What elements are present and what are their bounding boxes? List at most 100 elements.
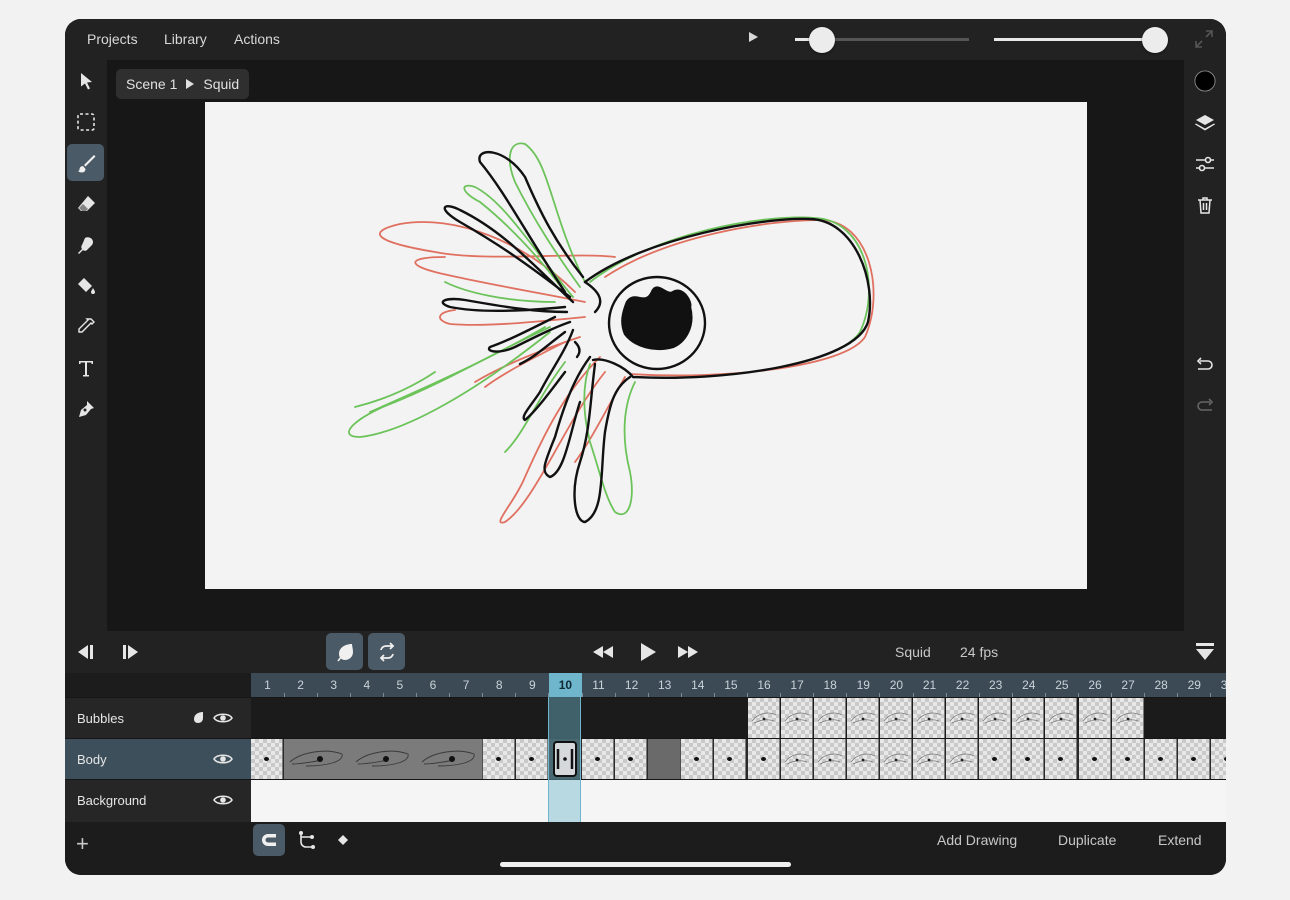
frame-cell[interactable] <box>879 739 912 779</box>
frame-cell[interactable] <box>813 739 846 779</box>
zoom-knob[interactable] <box>1142 27 1168 53</box>
menu-projects[interactable]: Projects <box>87 31 138 47</box>
eraser-tool[interactable] <box>67 185 104 222</box>
ruler-frame-number[interactable]: 17 <box>781 678 814 692</box>
ruler-frame-number[interactable]: 3 <box>317 678 350 692</box>
frame-cell[interactable] <box>1045 739 1078 779</box>
ruler-frame-number[interactable]: 26 <box>1079 678 1112 692</box>
ruler-frame-number[interactable]: 23 <box>979 678 1012 692</box>
ruler-frame-number[interactable]: 28 <box>1145 678 1178 692</box>
frame-cell[interactable] <box>846 739 879 779</box>
onion-skin-toggle[interactable] <box>326 633 363 670</box>
ruler-frame-number[interactable]: 4 <box>350 678 383 692</box>
current-frame-cell[interactable] <box>553 741 577 777</box>
eye-icon[interactable] <box>213 751 233 767</box>
next-frame-button[interactable] <box>117 635 143 669</box>
redo-button[interactable] <box>1188 388 1222 422</box>
ruler-frame-number[interactable]: 12 <box>615 678 648 692</box>
ruler-frame-number[interactable]: 1 <box>251 678 284 692</box>
frame-cell[interactable] <box>780 739 813 779</box>
menu-actions[interactable]: Actions <box>234 31 280 47</box>
frame-cell[interactable] <box>879 698 912 738</box>
eye-icon[interactable] <box>213 792 233 808</box>
duplicate-button[interactable]: Duplicate <box>1058 832 1116 848</box>
frame-ruler[interactable]: 1 2 3 4 5 6 7 8 9 10 11 12 13 14 15 16 17 18 19 20 21 22 23 24 2… <box>251 673 1226 697</box>
ruler-frame-number[interactable]: 29 <box>1178 678 1211 692</box>
ruler-frame-number[interactable]: 9 <box>516 678 549 692</box>
drawing-canvas[interactable] <box>205 102 1087 589</box>
ruler-frame-number[interactable]: 16 <box>748 678 781 692</box>
frame-cell[interactable] <box>946 698 979 738</box>
breadcrumb-scene[interactable]: Scene 1 <box>126 76 177 92</box>
ruler-frame-number[interactable]: 5 <box>383 678 416 692</box>
frame-cell[interactable] <box>813 698 846 738</box>
ruler-frame-number[interactable]: 18 <box>814 678 847 692</box>
frame-cell[interactable] <box>251 739 283 779</box>
expand-icon[interactable] <box>1193 28 1215 50</box>
layers-button[interactable] <box>1188 106 1222 140</box>
frame-cell[interactable] <box>1177 739 1210 779</box>
frame-cell[interactable] <box>913 739 945 779</box>
frame-cell[interactable] <box>1210 739 1226 779</box>
previous-frame-button[interactable] <box>73 635 99 669</box>
frame-cell[interactable] <box>913 698 945 738</box>
ruler-frame-number[interactable]: 13 <box>648 678 681 692</box>
preview-play-icon[interactable] <box>749 32 758 42</box>
frame-cell[interactable] <box>515 739 548 779</box>
ruler-frame-number[interactable]: 19 <box>847 678 880 692</box>
frame-cell[interactable] <box>681 739 714 779</box>
add-drawing-button[interactable]: Add Drawing <box>937 832 1017 848</box>
extend-button[interactable]: Extend <box>1158 832 1202 848</box>
frame-cell[interactable] <box>747 739 780 779</box>
ruler-frame-number[interactable]: 8 <box>483 678 516 692</box>
breadcrumb-object[interactable]: Squid <box>203 76 239 92</box>
playback-speed-knob[interactable] <box>809 27 835 53</box>
frame-cell[interactable] <box>714 739 747 779</box>
frame-cell[interactable] <box>979 698 1012 738</box>
track-bubbles[interactable] <box>251 697 1226 738</box>
frame-cell[interactable] <box>1045 698 1078 738</box>
frame-cell[interactable] <box>946 739 979 779</box>
track-background[interactable] <box>251 779 1226 822</box>
ruler-frame-number[interactable]: 27 <box>1112 678 1145 692</box>
frame-cell[interactable] <box>846 698 879 738</box>
loop-toggle[interactable] <box>368 633 405 670</box>
frame-cell[interactable] <box>1012 698 1045 738</box>
frame-cell[interactable] <box>1078 739 1111 779</box>
marquee-tool[interactable] <box>67 103 104 140</box>
track-body[interactable] <box>251 738 1226 779</box>
frame-cell[interactable] <box>582 739 614 779</box>
pen-tool[interactable] <box>67 390 104 427</box>
frame-cell[interactable] <box>615 739 648 779</box>
snap-toggle[interactable] <box>253 824 285 856</box>
fill-tool[interactable] <box>67 267 104 304</box>
ruler-frame-number[interactable]: 14 <box>681 678 714 692</box>
select-tool[interactable] <box>67 62 104 99</box>
layer-row-body[interactable]: Body <box>65 738 251 779</box>
smudge-tool[interactable] <box>67 226 104 263</box>
frame-cell[interactable] <box>1111 739 1144 779</box>
fps-label[interactable]: 24 fps <box>960 644 998 660</box>
play-button[interactable] <box>635 635 659 669</box>
layer-row-background[interactable]: Background <box>65 779 251 822</box>
frame-cell[interactable] <box>747 698 780 738</box>
collapse-timeline-button[interactable] <box>1193 635 1217 669</box>
frame-cell[interactable] <box>780 698 813 738</box>
frame-cell[interactable] <box>1144 739 1177 779</box>
eyedropper-tool[interactable] <box>67 308 104 345</box>
brush-tool[interactable] <box>67 144 104 181</box>
ruler-frame-number[interactable]: 2 <box>284 678 317 692</box>
color-swatch[interactable] <box>1188 64 1222 98</box>
ruler-frame-number[interactable]: 15 <box>714 678 747 692</box>
menu-library[interactable]: Library <box>164 31 207 47</box>
ruler-frame-number[interactable]: 20 <box>880 678 913 692</box>
breadcrumb[interactable]: Scene 1 Squid <box>116 69 250 99</box>
home-indicator[interactable] <box>500 862 791 867</box>
ruler-frame-number[interactable]: 21 <box>913 678 946 692</box>
adjustments-button[interactable] <box>1188 147 1222 181</box>
frame-cell[interactable] <box>1111 698 1144 738</box>
keyframe-button[interactable] <box>327 824 359 856</box>
scene-name-label[interactable]: Squid <box>895 644 931 660</box>
ruler-frame-number[interactable]: 6 <box>417 678 450 692</box>
frame-cell[interactable] <box>1078 698 1111 738</box>
